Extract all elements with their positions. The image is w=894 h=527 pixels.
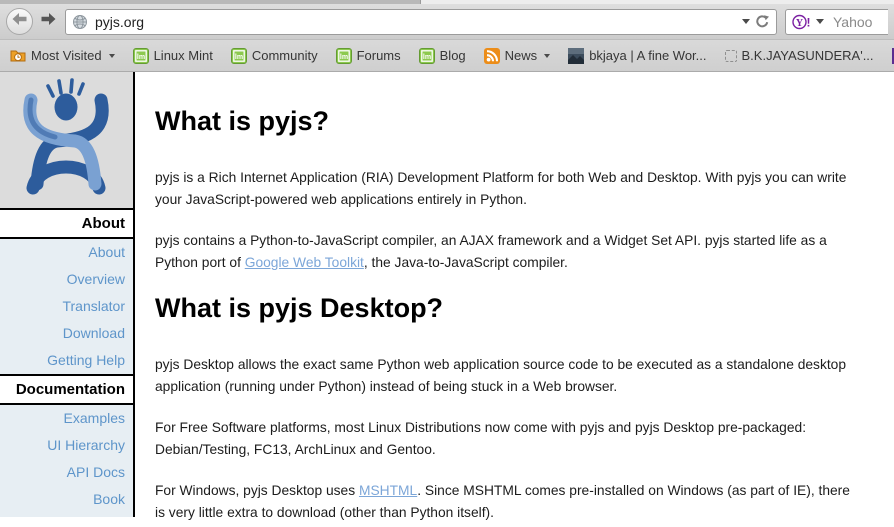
sidebar-item-overview[interactable]: Overview	[0, 266, 133, 293]
site-globe-icon	[72, 14, 88, 30]
chevron-down-icon	[544, 53, 551, 58]
body-paragraph: For Free Software platforms, most Linux …	[155, 420, 807, 457]
sidebar-item-about[interactable]: About	[0, 239, 133, 266]
bookmark-item[interactable]: lm Forums	[330, 45, 407, 67]
yahoo-search-icon: Y !	[792, 14, 811, 30]
search-placeholder-text: Yahoo	[833, 13, 873, 30]
search-input[interactable]: Y ! Yahoo	[785, 8, 888, 35]
body-paragraph: pyjs Desktop allows the exact same Pytho…	[155, 357, 847, 394]
linuxmint-icon: lm	[418, 47, 435, 64]
bookmark-item[interactable]: Most Visited	[4, 45, 121, 67]
tab-strip	[0, 0, 894, 4]
bookmark-label: B.K.JAYASUNDERA'...	[741, 48, 874, 63]
photo-favicon	[568, 47, 585, 64]
bookmark-item[interactable]: lm Blog	[413, 45, 472, 67]
sidebar-item-book[interactable]: Book	[0, 486, 133, 513]
rss-icon	[483, 47, 500, 64]
section-heading: What is pyjs Desktop?	[155, 293, 444, 323]
svg-text:lm: lm	[339, 54, 347, 61]
bookmark-item[interactable]: B.K.JAYASUNDERA'...	[719, 45, 880, 66]
sidebar-link-list: Examples UI Hierarchy API Docs Book	[0, 405, 133, 513]
inline-link-google-web-toolkit[interactable]: Google Web Toolkit	[245, 255, 364, 270]
sidebar-item-translator[interactable]: Translator	[0, 293, 133, 320]
bookmarks-toolbar: Most Visited lm Linux Mint lm Community lm For…	[0, 40, 894, 72]
linuxmint-icon: lm	[230, 47, 247, 64]
logo-area	[0, 72, 133, 208]
url-text: pyjs.org	[95, 13, 145, 30]
sidebar-item-ui-hierarchy[interactable]: UI Hierarchy	[0, 432, 133, 459]
svg-text:lm: lm	[136, 54, 144, 61]
bookmark-label: Community	[251, 48, 318, 63]
back-arrow-icon	[11, 12, 28, 31]
bookmark-item[interactable]: YSign in t	[886, 45, 894, 67]
search-engine-dropdown-icon[interactable]	[816, 19, 824, 24]
linuxmint-icon: lm	[132, 47, 149, 64]
inline-link-mshtml[interactable]: MSHTML	[359, 483, 417, 498]
bookmark-item[interactable]: News	[478, 45, 557, 67]
bookmark-label: News	[504, 48, 538, 63]
active-tab-edge	[420, 0, 894, 4]
browser-window: pyjs.org Y ! Yahoo Most Visited lm Linux M…	[0, 0, 894, 527]
sidebar-item-download[interactable]: Download	[0, 320, 133, 347]
forward-arrow-icon	[40, 12, 57, 31]
bookmark-label: Most Visited	[31, 48, 102, 63]
sidebar-section-header: Documentation	[0, 374, 133, 405]
sidebar-item-getting-help[interactable]: Getting Help	[0, 347, 133, 374]
navigation-toolbar: pyjs.org Y ! Yahoo	[0, 4, 894, 40]
reload-icon[interactable]	[755, 14, 770, 29]
sidebar-item-api-docs[interactable]: API Docs	[0, 459, 133, 486]
bookmark-label: Linux Mint	[153, 48, 213, 63]
bookmark-label: bkjaya | A fine Wor...	[589, 48, 707, 63]
sidebar-nav: About About Overview Translator Download Gett…	[0, 72, 135, 517]
body-paragraph: pyjs contains a Python-to-JavaScript com…	[155, 233, 827, 270]
svg-text:lm: lm	[423, 54, 431, 61]
placeholder-favicon	[724, 49, 737, 62]
forward-button[interactable]	[35, 11, 61, 33]
svg-text:Y: Y	[796, 18, 804, 29]
sidebar-link-list: About Overview Translator Download Getting H…	[0, 239, 133, 374]
bookmark-item[interactable]: lm Community	[225, 45, 324, 67]
back-button[interactable]	[6, 8, 33, 35]
page-content: What is pyjs? pyjs is a Rich Internet App…	[155, 72, 870, 527]
body-paragraph: For Windows, pyjs Desktop uses MSHTML. S…	[155, 483, 850, 520]
urlbar-dropdown-icon[interactable]	[742, 19, 750, 24]
sidebar-section-header: About	[0, 208, 133, 239]
svg-text:!: !	[807, 15, 811, 29]
svg-text:lm: lm	[235, 54, 243, 61]
section-heading: What is pyjs?	[155, 106, 330, 136]
bookmark-label: Blog	[439, 48, 466, 63]
sidebar-bottom-padding	[0, 513, 133, 517]
bookmark-label: Forums	[356, 48, 401, 63]
url-bar[interactable]: pyjs.org	[65, 8, 777, 35]
bookmark-item[interactable]: lm Linux Mint	[127, 45, 219, 67]
bookmark-item[interactable]: bkjaya | A fine Wor...	[562, 45, 712, 67]
pyjs-logo[interactable]	[15, 76, 119, 205]
sidebar-item-examples[interactable]: Examples	[0, 405, 133, 432]
history-folder-icon	[10, 48, 26, 64]
chevron-down-icon	[108, 53, 115, 58]
web-page: About About Overview Translator Download Gett…	[0, 72, 894, 526]
body-paragraph: pyjs is a Rich Internet Application (RIA…	[155, 170, 847, 207]
linuxmint-icon: lm	[335, 47, 352, 64]
